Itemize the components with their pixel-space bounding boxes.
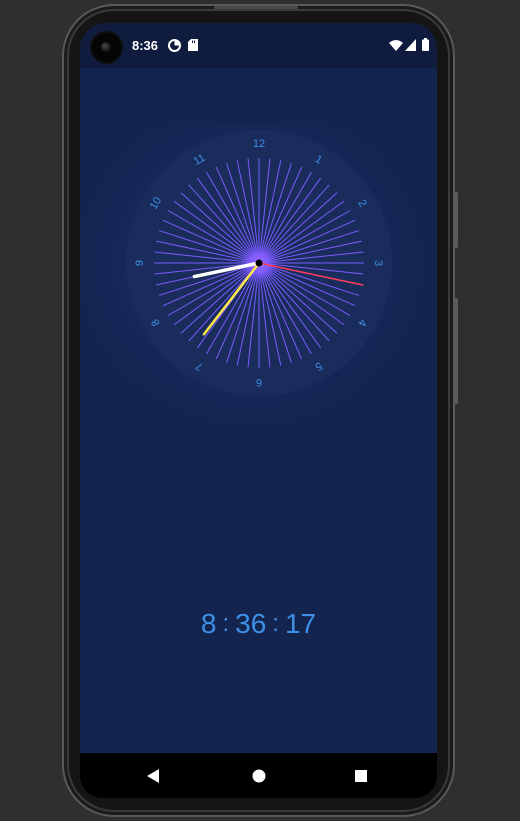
power-button — [454, 298, 458, 404]
signal-icon — [405, 39, 416, 51]
home-button[interactable] — [249, 766, 269, 786]
volume-button — [454, 192, 458, 248]
recents-icon — [355, 770, 367, 782]
clock-number: 3 — [372, 260, 384, 266]
digital-clock: 8:36:17 — [80, 608, 437, 640]
digital-seconds: 17 — [284, 608, 317, 639]
digital-separator: : — [222, 610, 230, 637]
screen: 8:36 12 1 2 3 4 5 6 7 8 9 10 11 8: 36:… — [80, 23, 437, 798]
recents-button[interactable] — [351, 766, 371, 786]
speaker-slot — [214, 6, 298, 9]
back-button[interactable] — [143, 766, 163, 786]
sd-card-icon — [188, 39, 198, 51]
wifi-icon — [389, 40, 403, 51]
navigation-bar — [80, 753, 437, 798]
battery-icon — [422, 38, 429, 51]
clock-number: 9 — [134, 260, 146, 266]
digital-separator: : — [272, 610, 279, 637]
analog-clock: 121234567891011 — [126, 130, 392, 396]
camera-icon — [92, 33, 121, 62]
app-content: 12 1 2 3 4 5 6 7 8 9 10 11 8:36:17 — [80, 68, 437, 753]
digital-hours: 8 — [200, 608, 217, 639]
clock-number: 12 — [253, 138, 265, 150]
clock-center-dot — [255, 259, 263, 267]
status-bar: 8:36 — [80, 23, 437, 68]
data-saver-icon — [168, 39, 181, 52]
clock-number: 6 — [256, 376, 262, 388]
back-icon — [147, 769, 159, 783]
home-icon — [252, 769, 266, 783]
digital-minutes: 36 — [235, 608, 267, 639]
status-time: 8:36 — [132, 38, 159, 53]
